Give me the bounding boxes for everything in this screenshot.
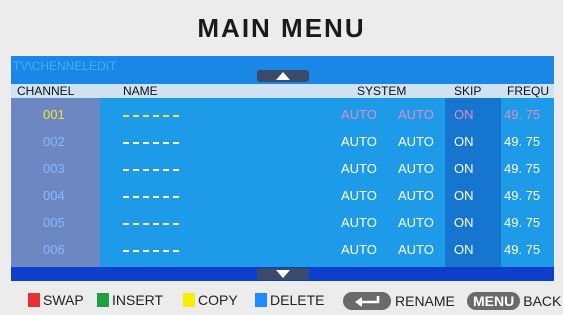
channel-name-placeholder bbox=[123, 250, 179, 252]
scroll-down-button[interactable] bbox=[257, 268, 309, 280]
blue-key-icon bbox=[255, 293, 267, 307]
skip-value[interactable]: ON bbox=[454, 189, 474, 203]
channel-number: 003 bbox=[43, 161, 65, 176]
channel-name-placeholder bbox=[123, 115, 179, 117]
system-color[interactable]: AUTO bbox=[341, 135, 377, 149]
system-color[interactable]: AUTO bbox=[341, 243, 377, 257]
table-row[interactable]: 003 AUTO AUTO ON 49. 75 bbox=[11, 156, 554, 182]
insert-label: INSERT bbox=[112, 292, 164, 308]
swap-label: SWAP bbox=[43, 292, 84, 308]
scroll-bar-bottom bbox=[11, 267, 554, 281]
page-title: MAIN MENU bbox=[0, 0, 563, 56]
copy-key[interactable]: COPY bbox=[183, 292, 238, 308]
skip-value[interactable]: ON bbox=[454, 216, 474, 230]
column-header: CHANNEL NAME SYSTEM SKIP FREQU bbox=[11, 84, 554, 98]
back-label: BACK bbox=[523, 293, 562, 309]
table-row[interactable]: 002 AUTO AUTO ON 49. 75 bbox=[11, 129, 554, 155]
insert-key[interactable]: INSERT bbox=[97, 292, 163, 308]
red-key-icon bbox=[28, 293, 40, 307]
green-key-icon bbox=[97, 293, 109, 307]
frequency-value: 49. 75 bbox=[504, 242, 541, 257]
system-sound[interactable]: AUTO bbox=[398, 108, 434, 122]
column-header-name: NAME bbox=[123, 84, 158, 98]
channel-name-placeholder bbox=[123, 142, 179, 144]
triangle-down-icon bbox=[276, 270, 290, 278]
back-key[interactable]: MENU BACK bbox=[467, 292, 561, 310]
channel-number: 001 bbox=[43, 107, 65, 122]
skip-value[interactable]: ON bbox=[454, 243, 474, 257]
channel-number: 002 bbox=[43, 134, 65, 149]
return-arrow-icon bbox=[343, 292, 391, 310]
system-color[interactable]: AUTO bbox=[341, 216, 377, 230]
key-legend: SWAP INSERT COPY DELETE RENAME MENU BACK bbox=[0, 288, 563, 315]
skip-value[interactable]: ON bbox=[454, 135, 474, 149]
column-header-system: SYSTEM bbox=[357, 84, 407, 98]
table-row[interactable]: 004 AUTO AUTO ON 49. 75 bbox=[11, 183, 554, 209]
system-sound[interactable]: AUTO bbox=[398, 135, 434, 149]
channel-number: 006 bbox=[43, 242, 65, 257]
system-sound[interactable]: AUTO bbox=[398, 243, 434, 257]
system-sound[interactable]: AUTO bbox=[398, 189, 434, 203]
scroll-up-button[interactable] bbox=[257, 70, 309, 82]
frequency-value: 49. 75 bbox=[504, 161, 541, 176]
triangle-up-icon bbox=[276, 72, 290, 80]
channel-name-placeholder bbox=[123, 223, 179, 225]
system-color[interactable]: AUTO bbox=[341, 189, 377, 203]
column-header-frequ: FREQU bbox=[507, 84, 549, 98]
skip-value[interactable]: ON bbox=[454, 162, 474, 176]
frequency-value: 49. 75 bbox=[504, 107, 541, 122]
menu-key-icon: MENU bbox=[467, 292, 521, 310]
skip-value[interactable]: ON bbox=[454, 108, 474, 122]
rename-key[interactable]: RENAME bbox=[343, 292, 455, 310]
system-sound[interactable]: AUTO bbox=[398, 216, 434, 230]
system-sound[interactable]: AUTO bbox=[398, 162, 434, 176]
yellow-key-icon bbox=[183, 293, 195, 307]
frequency-value: 49. 75 bbox=[504, 188, 541, 203]
channel-name-placeholder bbox=[123, 196, 179, 198]
column-header-skip: SKIP bbox=[454, 84, 482, 98]
system-color[interactable]: AUTO bbox=[341, 108, 377, 122]
swap-key[interactable]: SWAP bbox=[28, 292, 84, 308]
breadcrumb: TV\CHENNELEDIT bbox=[13, 59, 117, 73]
table-row[interactable]: 001 AUTO AUTO ON 49. 75 bbox=[11, 102, 554, 128]
column-header-channel: CHANNEL bbox=[17, 84, 75, 98]
breadcrumb-bar: TV\CHENNELEDIT bbox=[11, 56, 554, 84]
table-row[interactable]: 006 AUTO AUTO ON 49. 75 bbox=[11, 237, 554, 263]
system-color[interactable]: AUTO bbox=[341, 162, 377, 176]
channel-number: 004 bbox=[43, 188, 65, 203]
rename-label: RENAME bbox=[395, 293, 455, 309]
table-row[interactable]: 005 AUTO AUTO ON 49. 75 bbox=[11, 210, 554, 236]
copy-label: COPY bbox=[198, 292, 238, 308]
frequency-value: 49. 75 bbox=[504, 215, 541, 230]
delete-key[interactable]: DELETE bbox=[255, 292, 324, 308]
delete-label: DELETE bbox=[270, 292, 325, 308]
channel-name-placeholder bbox=[123, 169, 179, 171]
frequency-value: 49. 75 bbox=[504, 134, 541, 149]
channel-table: 001 AUTO AUTO ON 49. 75 002 AUTO AUTO ON… bbox=[11, 98, 554, 267]
channel-number: 005 bbox=[43, 215, 65, 230]
